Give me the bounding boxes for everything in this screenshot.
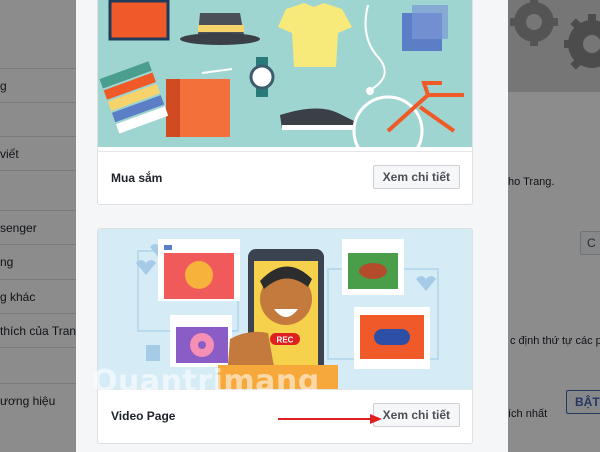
watermark-logo: Quantrimang	[92, 364, 320, 399]
view-details-button[interactable]: Xem chi tiết	[372, 403, 460, 427]
rec-badge-label: REC	[277, 336, 294, 345]
shopping-illustration	[98, 0, 472, 147]
template-card-shopping: Mua sắm Xem chi tiết	[97, 0, 473, 205]
card-title: Mua sắm	[111, 171, 163, 185]
card-title: Video Page	[111, 409, 176, 423]
annotation-arrow	[278, 414, 382, 424]
view-details-button[interactable]: Xem chi tiết	[372, 165, 460, 189]
card-footer: Mua sắm Xem chi tiết	[98, 151, 472, 204]
